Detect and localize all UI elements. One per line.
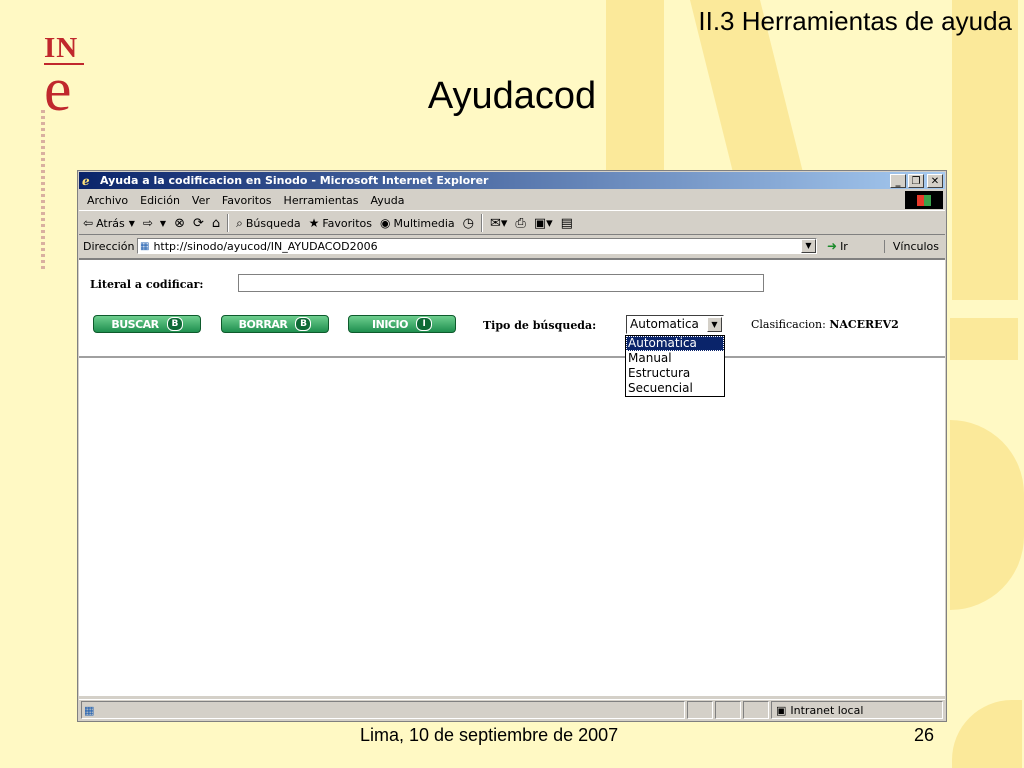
chevron-down-icon[interactable]: ▼ — [160, 219, 166, 228]
search-form: Literal a codificar: BUSCAR B BORRAR B I… — [79, 260, 945, 358]
status-bar: ▦ ▣ Intranet local — [79, 699, 945, 720]
back-arrow-icon: ⇦ — [83, 216, 94, 230]
edit-icon[interactable]: ▣▾ — [530, 216, 557, 231]
media-button[interactable]: ◉ Multimedia — [376, 213, 459, 233]
address-label: Dirección — [83, 239, 135, 253]
inicio-button[interactable]: INICIO I — [348, 315, 456, 333]
watermark-stroke-6 — [952, 700, 1022, 768]
option-manual[interactable]: Manual — [626, 351, 724, 366]
tipo-busqueda-label: Tipo de búsqueda: — [483, 319, 597, 332]
search-icon: ⌕ — [236, 215, 243, 230]
window-title: Ayuda a la codificacion en Sinodo - Micr… — [100, 174, 489, 187]
toolbar: ⇦ Atrás ▼ ⇨ ▼ ⊗ ⟳ ⌂ ⌕ Búsqueda ★ Favorit… — [79, 212, 945, 235]
links-button[interactable]: Vínculos — [883, 239, 939, 253]
borrar-label: BORRAR — [238, 317, 288, 331]
zone-label: Intranet local — [790, 703, 864, 717]
tipo-selected-value: Automatica — [630, 317, 699, 331]
watermark-stroke-4 — [950, 318, 1018, 360]
inicio-key-badge: I — [415, 317, 432, 331]
option-automatica[interactable]: Automatica — [626, 336, 724, 351]
buscar-label: BUSCAR — [111, 317, 159, 331]
back-button[interactable]: ⇦ Atrás ▼ — [79, 213, 139, 233]
clasificacion-info: Clasificacion: NACEREV2 — [751, 318, 899, 331]
toolbar-separator — [227, 214, 230, 232]
borrar-button[interactable]: BORRAR B — [221, 315, 329, 333]
menubar: Archivo Edición Ver Favoritos Herramient… — [79, 190, 945, 211]
option-secuencial[interactable]: Secuencial — [626, 381, 724, 396]
favorites-button[interactable]: ★ Favoritos — [305, 213, 376, 233]
logo-vertical-text — [41, 110, 45, 270]
search-button[interactable]: ⌕ Búsqueda — [232, 213, 304, 233]
minimize-icon[interactable]: _ — [890, 173, 906, 188]
chevron-down-icon[interactable]: ▼ — [707, 317, 722, 332]
chevron-down-icon[interactable]: ▼ — [801, 239, 816, 253]
status-cell — [715, 701, 741, 719]
folder-star-icon: ★ — [308, 216, 320, 230]
tipo-busqueda-select[interactable]: Automatica ▼ — [626, 315, 724, 334]
clasificacion-value: NACEREV2 — [829, 318, 899, 331]
windows-flag-icon — [905, 191, 943, 209]
watermark-stroke-3 — [952, 0, 1018, 300]
buscar-button[interactable]: BUSCAR B — [93, 315, 201, 333]
favorites-label: Favoritos — [322, 216, 373, 230]
toolbar-separator — [481, 214, 483, 232]
status-main: ▦ — [81, 701, 685, 719]
status-cell — [743, 701, 769, 719]
home-icon[interactable]: ⌂ — [208, 216, 224, 231]
restore-icon[interactable]: ❐ — [908, 173, 924, 188]
go-label: Ir — [840, 239, 848, 253]
media-label: Multimedia — [393, 216, 455, 230]
footer-page-number: 26 — [914, 725, 935, 745]
status-cell — [687, 701, 713, 719]
history-icon[interactable]: ◷ — [459, 216, 478, 231]
borrar-key-badge: B — [295, 317, 312, 331]
mail-icon[interactable]: ✉▾ — [486, 216, 511, 231]
discuss-icon[interactable]: ▤ — [557, 216, 577, 231]
watermark-stroke-5 — [950, 420, 1024, 610]
tipo-busqueda-dropdown: Automatica Manual Estructura Secuencial — [625, 335, 725, 397]
media-icon: ◉ — [380, 216, 391, 230]
menu-herramientas[interactable]: Herramientas — [278, 194, 365, 207]
go-arrow-icon: ➜ — [827, 239, 838, 253]
page-icon: ▦ — [84, 703, 95, 717]
close-icon[interactable]: ✕ — [927, 173, 943, 188]
menu-favoritos[interactable]: Favoritos — [216, 194, 278, 207]
page-content: Literal a codificar: BUSCAR B BORRAR B I… — [79, 258, 945, 696]
refresh-icon[interactable]: ⟳ — [189, 216, 208, 231]
slide-header: II.3 Herramientas de ayuda — [698, 6, 1012, 36]
literal-label: Literal a codificar: — [90, 278, 204, 291]
ie-icon: ℯ — [82, 173, 90, 188]
address-input[interactable]: ▦ http://sinodo/ayucod/IN_AYUDACOD2006 ▼ — [137, 238, 817, 254]
footer-date: Lima, 10 de septiembre de 2007 — [360, 725, 619, 745]
window-titlebar: ℯ Ayuda a la codificacion en Sinodo - Mi… — [79, 172, 945, 189]
status-zone: ▣ Intranet local — [771, 701, 943, 719]
ine-logo: IN e — [44, 34, 88, 124]
page-icon: ▦ — [140, 240, 150, 252]
option-estructura[interactable]: Estructura — [626, 366, 724, 381]
clasificacion-label: Clasificacion: — [751, 318, 826, 331]
print-icon[interactable]: ⎙ — [511, 216, 529, 231]
intranet-icon: ▣ — [776, 703, 787, 717]
back-label: Atrás — [96, 216, 125, 230]
menu-ver[interactable]: Ver — [186, 194, 216, 207]
forward-button[interactable]: ⇨ ▼ — [139, 213, 170, 233]
browser-window: ℯ Ayuda a la codificacion en Sinodo - Mi… — [77, 170, 947, 722]
buscar-key-badge: B — [166, 317, 183, 331]
logo-e-text: e — [44, 56, 72, 124]
inicio-label: INICIO — [372, 317, 408, 331]
menu-ayuda[interactable]: Ayuda — [364, 194, 410, 207]
go-button[interactable]: ➜ Ir — [827, 239, 848, 253]
slide-title: Ayudacod — [427, 75, 597, 117]
address-bar: Dirección ▦ http://sinodo/ayucod/IN_AYUD… — [79, 235, 945, 257]
menu-edicion[interactable]: Edición — [134, 194, 186, 207]
stop-icon[interactable]: ⊗ — [170, 216, 189, 231]
chevron-down-icon[interactable]: ▼ — [129, 219, 135, 228]
literal-input[interactable] — [238, 274, 764, 292]
menu-archivo[interactable]: Archivo — [79, 194, 134, 207]
search-label: Búsqueda — [245, 216, 301, 230]
address-url: http://sinodo/ayucod/IN_AYUDACOD2006 — [153, 239, 378, 253]
forward-arrow-icon: ⇨ — [142, 216, 153, 230]
